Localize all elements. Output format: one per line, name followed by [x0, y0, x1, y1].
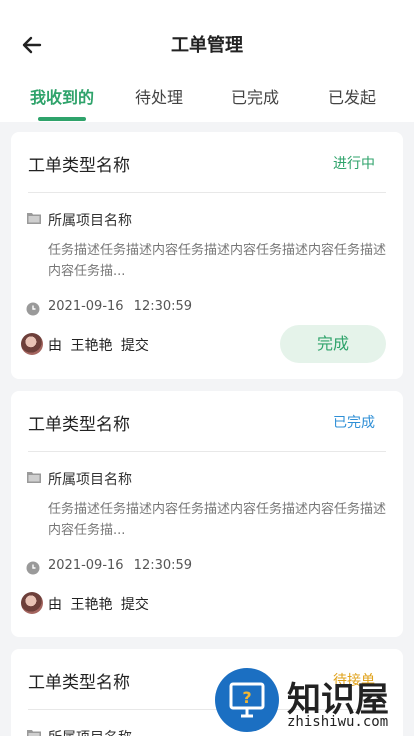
submitter-info: 由 王艳艳 提交: [48, 597, 149, 613]
work-order-card[interactable]: 工单类型名称 已完成 所属项目名称 任务描述任务描述内容任务描述内容任务描述内容…: [11, 391, 403, 637]
tab-bar: 我收到的 待处理 已完成 已发起: [0, 84, 414, 122]
active-tab-indicator: [38, 117, 86, 121]
tab-completed[interactable]: 已完成: [205, 84, 305, 108]
submitter-info: 由 王艳艳 提交: [48, 338, 149, 354]
task-description: 任务描述任务描述内容任务描述内容任务描述内容任务描述内容任务描...: [48, 243, 387, 279]
avatar: [21, 592, 43, 614]
avatar: [21, 333, 43, 355]
folder-icon: [27, 730, 41, 736]
watermark-logo: ? 知识屋 zhishiwu.com: [215, 668, 414, 736]
project-name: 所属项目名称: [48, 213, 132, 229]
work-order-type: 工单类型名称: [28, 673, 130, 693]
task-description: 任务描述任务描述内容任务描述内容任务描述内容任务描述内容任务描...: [48, 502, 387, 538]
svg-text:?: ?: [242, 688, 251, 707]
complete-button[interactable]: 完成: [280, 325, 386, 363]
folder-icon: [27, 213, 41, 224]
tab-initiated[interactable]: 已发起: [302, 84, 402, 108]
watermark-url: zhishiwu.com: [287, 714, 389, 730]
submit-time: 2021-09-16 12:30:59: [48, 558, 193, 573]
work-order-type: 工单类型名称: [28, 156, 130, 176]
project-name: 所属项目名称: [48, 472, 132, 488]
divider: [28, 192, 386, 193]
status-badge: 已完成: [333, 415, 375, 431]
help-monitor-icon: ?: [229, 682, 265, 718]
divider: [28, 451, 386, 452]
clock-icon: [26, 561, 40, 575]
tab-pending[interactable]: 待处理: [109, 84, 209, 108]
status-badge: 进行中: [333, 156, 375, 172]
work-order-type: 工单类型名称: [28, 415, 130, 435]
submit-time: 2021-09-16 12:30:59: [48, 299, 193, 314]
page-title: 工单管理: [171, 35, 243, 56]
work-order-card[interactable]: 工单类型名称 进行中 所属项目名称 任务描述任务描述内容任务描述内容任务描述内容…: [11, 132, 403, 379]
clock-icon: [26, 302, 40, 316]
tab-received[interactable]: 我收到的: [12, 84, 112, 108]
folder-icon: [27, 472, 41, 483]
app-header: 工单管理 我收到的 待处理 已完成 已发起: [0, 0, 414, 122]
project-name: 所属项目名称: [48, 727, 132, 736]
watermark-badge: ?: [215, 668, 279, 732]
